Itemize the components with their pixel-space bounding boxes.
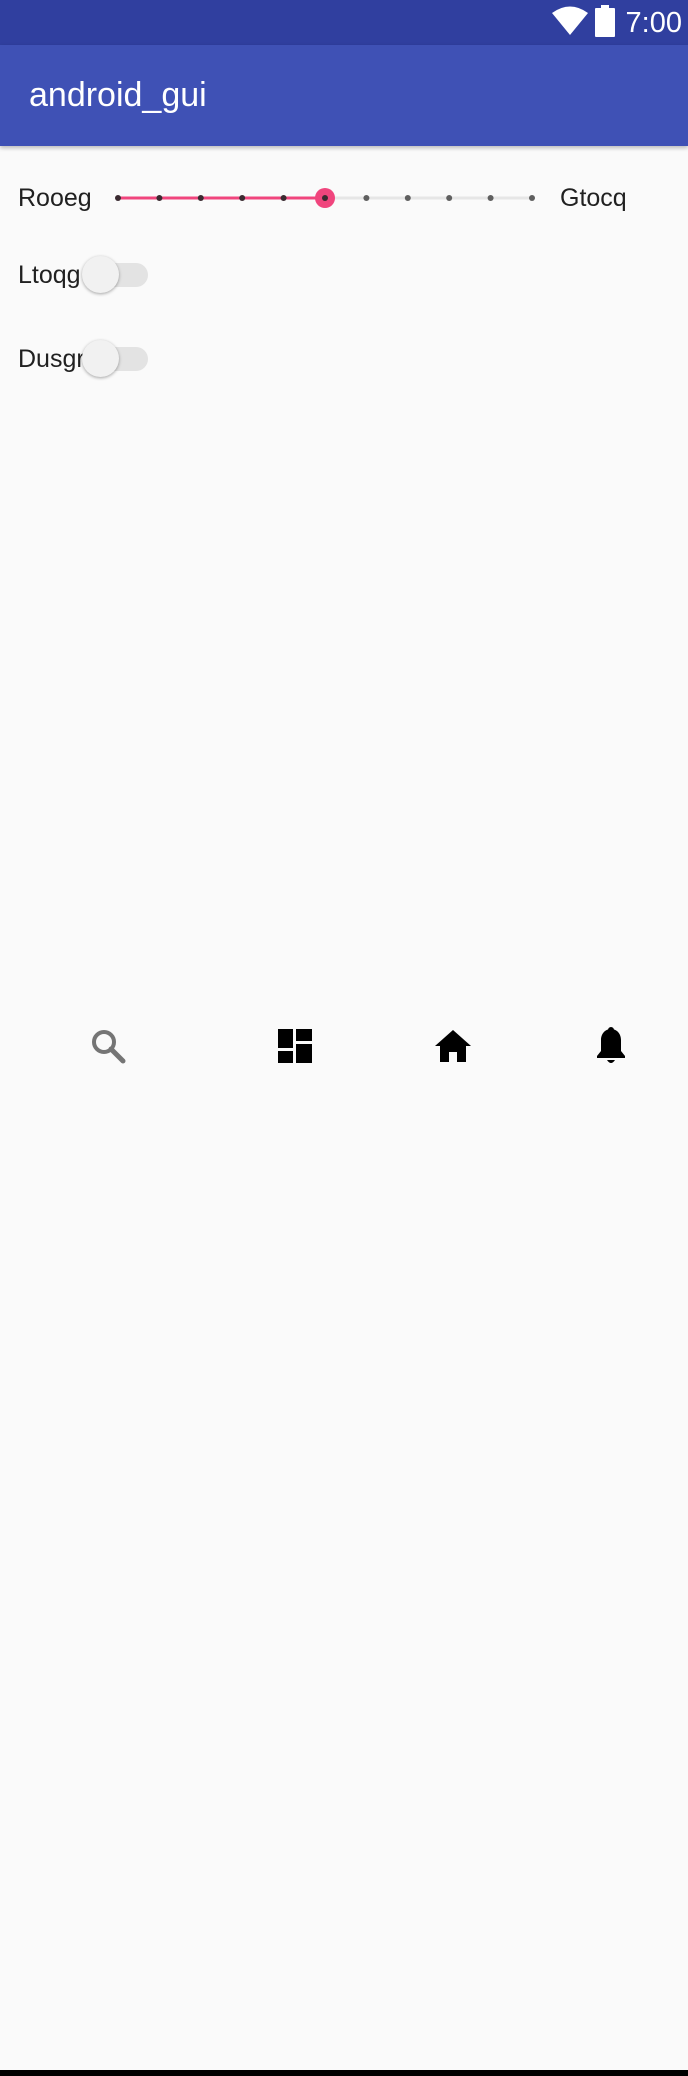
seekbar-tick xyxy=(156,195,163,201)
switch-thumb[interactable] xyxy=(82,340,119,377)
seekbar-tick xyxy=(239,195,246,201)
switch-label-ltoqg: Ltoqg xyxy=(18,261,81,289)
seekbar-tick xyxy=(197,195,204,201)
status-time: 7:00 xyxy=(625,7,682,39)
nav-search[interactable] xyxy=(86,1024,130,1068)
nav-notifications[interactable] xyxy=(589,1024,633,1068)
dashboard-icon xyxy=(278,1029,312,1063)
seekbar-thumb-center xyxy=(322,195,328,201)
seekbar-tick xyxy=(529,195,535,201)
switch-dusgr[interactable] xyxy=(82,339,150,379)
home-icon xyxy=(435,1030,471,1062)
seekbar-tick xyxy=(115,195,121,201)
bottom-navigation xyxy=(0,1006,688,2076)
app-bar: android_gui xyxy=(0,45,688,146)
seekbar-max-label: Gtocq xyxy=(560,184,627,212)
seekbar-tick xyxy=(280,195,287,201)
switch-thumb[interactable] xyxy=(82,256,119,293)
seekbar-min-label: Rooeg xyxy=(18,184,92,212)
bell-icon xyxy=(597,1027,625,1063)
seekbar-tick xyxy=(446,195,453,201)
nav-home[interactable] xyxy=(431,1024,475,1068)
seekbar-tick xyxy=(487,195,494,201)
discrete-seekbar[interactable] xyxy=(104,176,550,220)
status-bar: 7:00 xyxy=(0,0,688,45)
nav-dashboard[interactable] xyxy=(273,1024,317,1068)
wifi-icon xyxy=(551,6,588,41)
search-icon xyxy=(92,1030,126,1064)
bottom-edge xyxy=(0,2070,688,2076)
switch-label-dusgr: Dusgr xyxy=(18,345,85,373)
main-content: Rooeg Gtocq Ltoqg Dusgr xyxy=(0,146,688,1006)
seekbar-tick xyxy=(404,195,411,201)
seekbar-tick xyxy=(363,195,370,201)
switch-ltoqg[interactable] xyxy=(82,255,150,295)
battery-icon xyxy=(594,4,616,42)
status-icons: 7:00 xyxy=(551,4,682,42)
app-title: android_gui xyxy=(29,76,207,114)
